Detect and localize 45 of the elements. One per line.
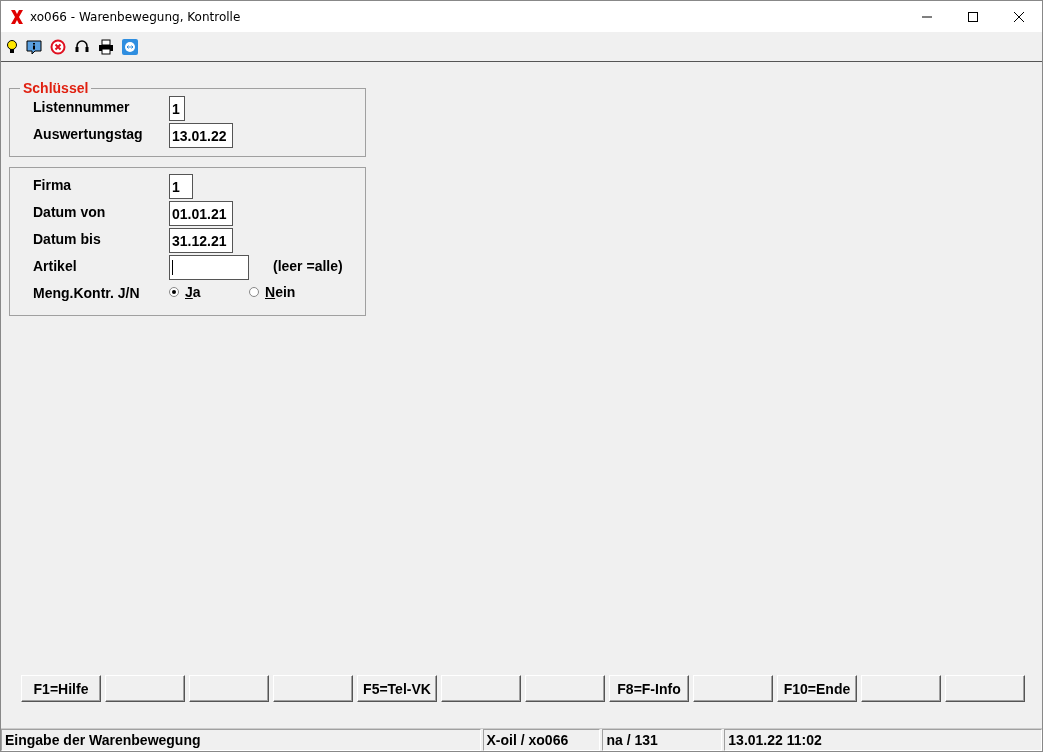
radio-label[interactable]: Ja bbox=[185, 284, 201, 300]
input-field[interactable]: 01.01.21 bbox=[169, 201, 233, 226]
function-key-button[interactable]: F10=Ende bbox=[777, 675, 857, 702]
status-bar-field: Eingabe der Warenbewegung bbox=[1, 729, 481, 751]
status-bar-field: na / 131 bbox=[602, 729, 723, 751]
status-bar-field: 13.01.22 11:02 bbox=[724, 729, 1042, 751]
close-icon[interactable] bbox=[1014, 11, 1024, 22]
printer-icon[interactable] bbox=[98, 38, 114, 55]
lightbulb-icon[interactable] bbox=[6, 38, 18, 55]
field-label: Datum von bbox=[33, 203, 107, 220]
function-key-button[interactable]: F5=Tel-VK bbox=[357, 675, 437, 702]
field-label: Datum bis bbox=[33, 230, 102, 247]
remote-control-icon[interactable] bbox=[122, 38, 138, 55]
input-field[interactable]: 1 bbox=[169, 174, 193, 199]
info-icon[interactable] bbox=[26, 38, 42, 55]
field-hint: (leer =alle) bbox=[273, 257, 343, 274]
empty-function-key-button[interactable] bbox=[693, 675, 773, 702]
function-key-button[interactable]: F8=F-Info bbox=[609, 675, 689, 702]
cancel-icon[interactable] bbox=[50, 38, 66, 55]
input-field[interactable]: 1 bbox=[169, 96, 185, 121]
window-title: xo066 - Warenbewegung, Kontrolle bbox=[30, 9, 241, 24]
empty-function-key-button[interactable] bbox=[945, 675, 1025, 702]
field-label: Artikel bbox=[33, 257, 78, 274]
function-key-button[interactable]: F1=Hilfe bbox=[21, 675, 101, 702]
field-label: Listennummer bbox=[33, 98, 131, 115]
field-label: Meng.Kontr. J/N bbox=[33, 284, 141, 301]
radio-label[interactable]: Nein bbox=[265, 284, 296, 300]
input-field[interactable]: 31.12.21 bbox=[169, 228, 233, 253]
field-label: Auswertungstag bbox=[33, 125, 144, 142]
input-field[interactable] bbox=[169, 255, 249, 280]
radio-button[interactable] bbox=[169, 287, 179, 297]
empty-function-key-button[interactable] bbox=[525, 675, 605, 702]
maximize-icon[interactable] bbox=[968, 11, 978, 22]
empty-function-key-button[interactable] bbox=[105, 675, 185, 702]
headset-icon[interactable] bbox=[74, 38, 90, 55]
group-title: Schlüssel bbox=[22, 80, 90, 96]
input-field[interactable]: 13.01.22 bbox=[169, 123, 233, 148]
status-bar-field: X-oil / xo066 bbox=[482, 729, 601, 751]
empty-function-key-button[interactable] bbox=[189, 675, 269, 702]
radio-button[interactable] bbox=[249, 287, 259, 297]
app-logo-icon bbox=[10, 8, 24, 25]
empty-function-key-button[interactable] bbox=[441, 675, 521, 702]
field-label: Firma bbox=[33, 176, 73, 193]
empty-function-key-button[interactable] bbox=[861, 675, 941, 702]
empty-function-key-button[interactable] bbox=[273, 675, 353, 702]
